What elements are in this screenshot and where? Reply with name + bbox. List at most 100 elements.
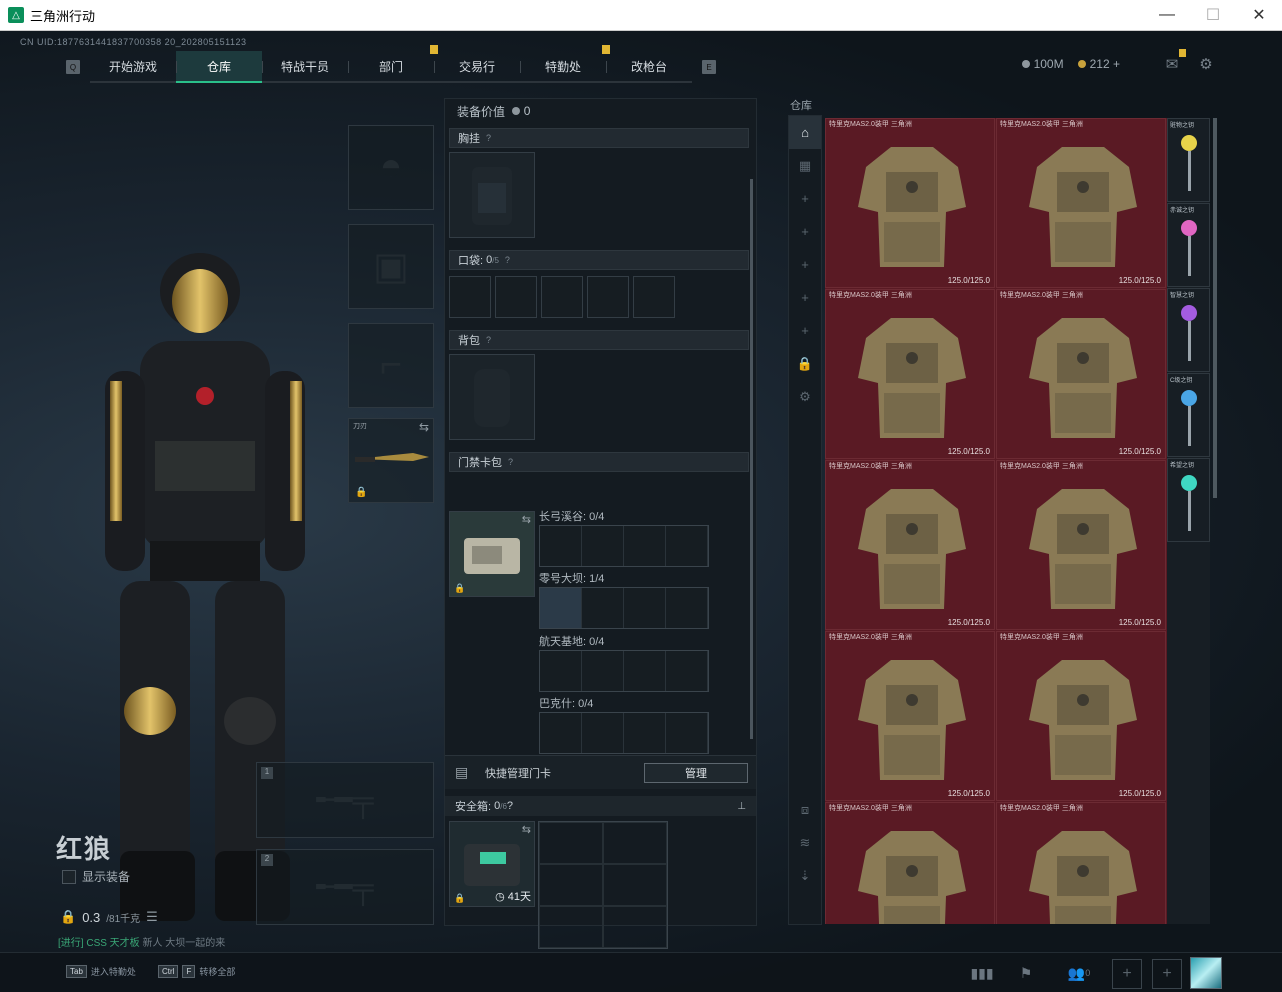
armor-vest-item[interactable]: 特里克MAS2.0装甲 三角洲 125.0/125.0 bbox=[996, 460, 1166, 630]
friends-icon[interactable]: 👥 0 bbox=[1062, 961, 1096, 985]
key-item[interactable]: C级之钥 bbox=[1167, 373, 1210, 457]
swap-icon[interactable]: ⇆ bbox=[522, 513, 531, 526]
nav-next-key-icon[interactable]: E bbox=[702, 60, 716, 74]
card-slots-baksh[interactable] bbox=[539, 712, 709, 754]
armor-vest-item[interactable]: 特里克MAS2.0装甲 三角洲 125.0/125.0 bbox=[825, 460, 995, 630]
tab-start-game[interactable]: 开始游戏 bbox=[90, 51, 176, 83]
add-tab-icon[interactable]: + bbox=[789, 281, 821, 314]
transfer-icon[interactable]: ⇣ bbox=[789, 859, 821, 892]
add-teammate-button[interactable]: + bbox=[1112, 959, 1142, 989]
card-slot[interactable] bbox=[666, 526, 708, 566]
card-slot[interactable] bbox=[582, 651, 624, 691]
warehouse-category-icon[interactable]: ▦ bbox=[789, 149, 821, 182]
card-slot[interactable] bbox=[666, 651, 708, 691]
armor-vest-item[interactable]: 特里克MAS2.0装甲 三角洲 125.0/125.0 bbox=[996, 118, 1166, 288]
card-slots-valley[interactable] bbox=[539, 525, 709, 567]
chest-rig-slot[interactable] bbox=[449, 152, 535, 238]
safe-slot[interactable] bbox=[539, 906, 603, 948]
helmet-slot[interactable]: ◓ bbox=[348, 125, 434, 210]
settings-gear-icon[interactable]: ⚙ bbox=[1196, 55, 1216, 73]
card-slot[interactable] bbox=[666, 588, 708, 628]
card-slot[interactable] bbox=[540, 713, 582, 753]
pocket-slot[interactable] bbox=[449, 276, 491, 318]
card-slot[interactable] bbox=[540, 651, 582, 691]
card-slot[interactable] bbox=[624, 526, 666, 566]
lock-icon[interactable]: 🔒 bbox=[789, 347, 821, 380]
list-icon[interactable]: ☰ bbox=[146, 909, 158, 925]
card-slots-space-base[interactable] bbox=[539, 650, 709, 692]
sort-icon[interactable]: ⧈ bbox=[789, 793, 821, 826]
close-button[interactable]: ✕ bbox=[1236, 0, 1282, 30]
help-icon[interactable]: ? bbox=[507, 800, 513, 812]
tab-trading[interactable]: 交易行 bbox=[434, 51, 520, 83]
add-tab-icon[interactable]: + bbox=[789, 314, 821, 347]
mail-icon[interactable]: ✉ bbox=[1162, 49, 1186, 73]
stats-icon[interactable]: ▮▮▮ bbox=[970, 961, 994, 985]
add-tab-icon[interactable]: + bbox=[789, 215, 821, 248]
add-currency-button[interactable]: + bbox=[1113, 57, 1120, 71]
help-icon[interactable]: ? bbox=[505, 255, 510, 265]
checkbox[interactable] bbox=[62, 869, 76, 884]
pocket-slot[interactable] bbox=[633, 276, 675, 318]
backpack-slot[interactable] bbox=[449, 354, 535, 440]
armor-slot[interactable]: ▣ bbox=[348, 224, 434, 309]
armor-vest-item[interactable]: 特里克MAS2.0装甲 三角洲 125.0/125.0 bbox=[825, 118, 995, 288]
card-slot[interactable] bbox=[624, 651, 666, 691]
armor-vest-item[interactable]: 特里克MAS2.0装甲 三角洲 125.0/125.0 bbox=[996, 289, 1166, 459]
safe-slot[interactable] bbox=[539, 822, 603, 864]
add-tab-icon[interactable]: + bbox=[789, 182, 821, 215]
tab-special-ops[interactable]: 特勤处 bbox=[520, 45, 610, 83]
armor-vest-item[interactable]: 特里克MAS2.0装甲 三角洲 125.0/125.0 bbox=[996, 631, 1166, 801]
help-icon[interactable]: ? bbox=[508, 457, 513, 467]
ticket-balance[interactable]: 212 + bbox=[1077, 57, 1120, 71]
swap-icon[interactable]: ⇆ bbox=[522, 823, 531, 836]
help-icon[interactable]: ? bbox=[486, 133, 491, 143]
layers-icon[interactable]: ≋ bbox=[789, 826, 821, 859]
maximize-button[interactable]: ☐ bbox=[1190, 0, 1236, 30]
card-slot[interactable] bbox=[624, 588, 666, 628]
add-teammate-button[interactable]: + bbox=[1152, 959, 1182, 989]
safe-slot[interactable] bbox=[603, 822, 667, 864]
pin-icon[interactable]: ⊥ bbox=[737, 801, 746, 812]
keycard-bag-slot[interactable]: ⇆ 🔒 bbox=[449, 511, 535, 597]
card-slot[interactable] bbox=[582, 713, 624, 753]
armor-vest-item[interactable]: 特里克MAS2.0装甲 三角洲 125.0/125.0 bbox=[825, 289, 995, 459]
warehouse-all-icon[interactable]: ⌂ bbox=[789, 116, 821, 149]
primary-weapon-slot-1[interactable]: 1 ╾━╤ bbox=[256, 762, 434, 838]
card-slot[interactable] bbox=[624, 713, 666, 753]
armor-vest-item[interactable]: 特里克MAS2.0装甲 三角洲 bbox=[996, 802, 1166, 924]
show-equipment-toggle[interactable]: 显示装备 bbox=[62, 868, 130, 885]
key-item[interactable]: 智慧之钥 bbox=[1167, 288, 1210, 372]
melee-slot[interactable]: 刀刃 ⇆ 🔒 bbox=[348, 418, 434, 503]
manage-button[interactable]: 管理 bbox=[644, 763, 748, 783]
tab-department[interactable]: 部门 bbox=[348, 45, 438, 83]
safe-slot[interactable] bbox=[539, 864, 603, 906]
key-item[interactable]: 赤诚之钥 bbox=[1167, 203, 1210, 287]
safe-slot[interactable] bbox=[603, 864, 667, 906]
nav-prev-key-icon[interactable]: Q bbox=[66, 60, 80, 74]
transfer-all-hint[interactable]: Ctrl F 转移全部 bbox=[158, 965, 235, 978]
card-slot[interactable] bbox=[582, 588, 624, 628]
key-item[interactable]: 赃物之钥 bbox=[1167, 118, 1210, 202]
pistol-slot[interactable]: ⌐ bbox=[348, 323, 434, 408]
armor-vest-item[interactable]: 特里克MAS2.0装甲 三角洲 bbox=[825, 802, 995, 924]
armor-vest-item[interactable]: 特里克MAS2.0装甲 三角洲 125.0/125.0 bbox=[825, 631, 995, 801]
safe-slot[interactable] bbox=[603, 906, 667, 948]
card-slot[interactable] bbox=[540, 526, 582, 566]
avatar[interactable] bbox=[1190, 957, 1222, 989]
swap-icon[interactable]: ⇆ bbox=[419, 420, 429, 434]
tab-gunsmith[interactable]: 改枪台 bbox=[606, 51, 692, 83]
minimize-button[interactable]: — bbox=[1144, 0, 1190, 30]
key-item[interactable]: 希望之钥 bbox=[1167, 458, 1210, 542]
tab-warehouse[interactable]: 仓库 bbox=[176, 51, 262, 83]
primary-weapon-slot-2[interactable]: 2 ╾━╤ bbox=[256, 849, 434, 925]
card-slot[interactable] bbox=[582, 526, 624, 566]
pocket-slot[interactable] bbox=[541, 276, 583, 318]
pocket-slot[interactable] bbox=[587, 276, 629, 318]
tab-shortcut-hint[interactable]: Tab 进入特勤处 bbox=[66, 965, 136, 978]
tab-operators[interactable]: 特战干员 bbox=[262, 51, 348, 83]
panel-scrollbar[interactable] bbox=[750, 179, 753, 739]
pocket-slot[interactable] bbox=[495, 276, 537, 318]
flag-icon[interactable]: ⚑ bbox=[1014, 961, 1038, 985]
keycard-item[interactable] bbox=[540, 588, 582, 628]
